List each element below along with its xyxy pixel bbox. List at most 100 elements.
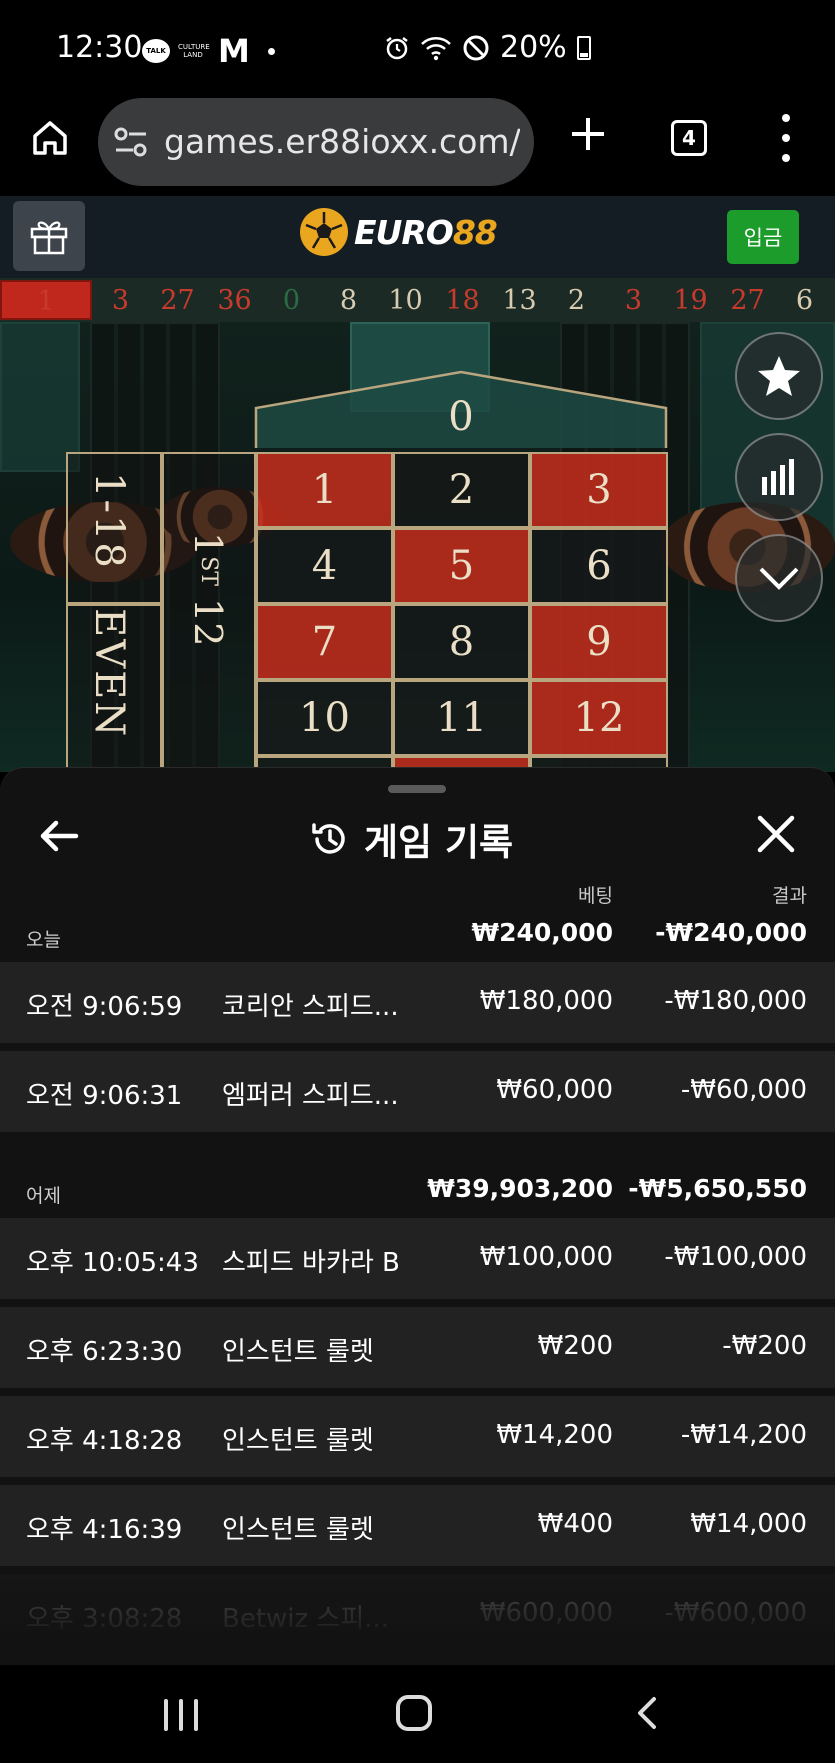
history-row-time: 오후 4:16:39 [26,1515,183,1545]
group-date-label: 오늘 [26,929,61,951]
history-number: 13 [502,284,537,316]
roulette-table-view[interactable]: 0 1-18 EVEN 1ST 12 1 2 3 4 5 6 7 8 9 10 11 12 [0,322,835,772]
history-row-result: -₩100,000 [664,1242,807,1272]
bet-label-first-dozen: 1ST 12 [186,532,230,647]
history-number: 10 [388,284,423,316]
star-icon [758,356,800,396]
history-row-time: 오후 6:23:30 [26,1337,183,1367]
history-row-bet: ₩180,000 [479,986,613,1016]
status-time: 12:30 [56,30,143,65]
group-date-label: 어제 [26,1185,61,1207]
home-icon [33,121,67,155]
gift-button[interactable] [13,201,85,271]
history-number: 3 [111,284,130,316]
history-row-result: -₩14,200 [680,1420,807,1450]
system-icons: 20% [384,30,591,65]
history-row-result: -₩600,000 [664,1598,807,1628]
m-icon: M [218,32,250,70]
game-history-sheet: 게임 기록 베팅 결과 오늘 ₩240,000 -₩240,000 오전 9:06:5… [0,767,835,1665]
history-row-game: 인스턴트 룰렛 [222,1426,374,1456]
alarm-icon [386,36,408,59]
bet-cell-number[interactable]: 4 [256,528,393,604]
back-arrow-icon[interactable] [36,813,82,859]
history-number: 3 [624,284,643,316]
more-notifications-dot-icon [267,47,275,55]
url-text[interactable]: games.er88ioxx.com/l [164,122,520,161]
bet-cell-number[interactable]: 10 [256,680,393,756]
nav-back-icon[interactable] [630,1695,666,1731]
history-row[interactable]: 오후 10:05:43 스피드 바카라 B ₩100,000 -₩100,000 [0,1218,835,1299]
history-row-game: 인스턴트 룰렛 [222,1337,374,1367]
history-row[interactable]: 오후 4:18:28 인스턴트 룰렛 ₩14,200 -₩14,200 [0,1396,835,1477]
history-number: 0 [282,284,301,316]
history-number: 8 [339,284,358,316]
bar-chart-icon [762,459,794,495]
history-row-game: 코리안 스피드... [222,992,399,1022]
bet-cell-number[interactable]: 2 [393,452,530,528]
battery-icon [576,35,591,60]
collapse-button[interactable] [735,534,823,622]
history-row-result: -₩180,000 [664,986,807,1016]
close-icon[interactable] [756,814,796,854]
history-row[interactable]: 오후 4:16:39 인스턴트 룰렛 ₩400 ₩14,000 [0,1485,835,1566]
history-number: 27 [730,284,765,316]
betting-grid: 0 1-18 EVEN 1ST 12 1 2 3 4 5 6 7 8 9 10 11 12 [0,322,835,772]
new-tab-icon[interactable] [566,112,610,156]
address-bar[interactable]: games.er88ioxx.com/l [98,98,534,186]
browser-home-button[interactable] [26,114,74,162]
result-history-strip: 1 3 27 36 0 8 10 18 13 2 3 19 27 6 [0,278,835,322]
history-number: 19 [673,284,708,316]
bet-cell-number[interactable]: 7 [256,604,393,680]
browser-toolbar: games.er88ioxx.com/l 4 [0,90,835,196]
bet-cell-number[interactable]: 9 [530,604,668,680]
history-row-bet: ₩600,000 [479,1598,613,1628]
soccer-ball-icon [300,208,348,256]
history-number: 27 [160,284,195,316]
bet-cell-number[interactable]: 11 [393,680,530,756]
history-row[interactable]: 오후 6:23:30 인스턴트 룰렛 ₩200 -₩200 [0,1307,835,1388]
recent-apps-icon[interactable] [164,1699,198,1731]
chevron-down-icon [759,567,799,590]
kakaotalk-icon: TALK [142,39,170,63]
bet-label-low: 1-18 [86,472,132,570]
site-settings-icon[interactable] [114,126,148,158]
favorite-button[interactable] [735,332,823,420]
group-total-bet: ₩39,903,200 [427,1174,613,1203]
statistics-button[interactable] [735,433,823,521]
history-row-game: 스피드 바카라 B [222,1248,400,1278]
bet-label-even: EVEN [86,608,132,739]
bet-cell-number[interactable]: 6 [530,528,668,604]
culture-land-icon: CULTURE LAND [178,43,210,59]
bet-cell-number[interactable]: 3 [530,452,668,528]
sheet-title: 게임 기록 [364,821,514,864]
nav-home-icon[interactable] [396,1695,432,1731]
column-header-result: 결과 [772,885,807,907]
bet-cell-number[interactable]: 1 [256,452,393,528]
euro88-logo[interactable]: EURO88 [300,208,498,256]
history-row[interactable]: 오전 9:06:59 코리안 스피드... ₩180,000 -₩180,000 [0,962,835,1043]
history-row-bet: ₩200 [537,1331,613,1361]
bet-cell-zero[interactable]: 0 [254,382,668,452]
history-row-time: 오후 4:18:28 [26,1426,183,1456]
history-row-bet: ₩14,200 [496,1420,613,1450]
status-bar: 12:30 TALK CULTURE LAND M 20% [0,0,835,90]
do-not-disturb-icon [463,35,489,60]
history-row[interactable]: 오전 9:06:31 엠퍼러 스피드... ₩60,000 -₩60,000 [0,1051,835,1132]
deposit-button[interactable]: 입금 [727,210,799,264]
history-number: 6 [795,284,814,316]
history-row[interactable]: 오후 3:08:28 Betwiz 스피... ₩600,000 -₩600,000 [0,1574,835,1655]
bet-cell-number[interactable]: 5 [393,528,530,604]
sheet-drag-handle[interactable] [388,785,446,793]
history-number: 18 [445,284,480,316]
bet-cell-number[interactable]: 8 [393,604,530,680]
history-row-bet: ₩100,000 [479,1242,613,1272]
gift-icon [30,221,68,255]
tab-switcher-button[interactable]: 4 [671,120,707,156]
bet-cell-number[interactable]: 12 [530,680,668,756]
history-row-time: 오후 3:08:28 [26,1604,183,1634]
browser-menu-icon[interactable] [776,114,796,162]
history-row-time: 오전 9:06:31 [26,1081,183,1111]
history-row-bet: ₩400 [537,1509,613,1539]
wifi-icon [421,36,451,60]
group-total-bet: ₩240,000 [471,918,613,947]
